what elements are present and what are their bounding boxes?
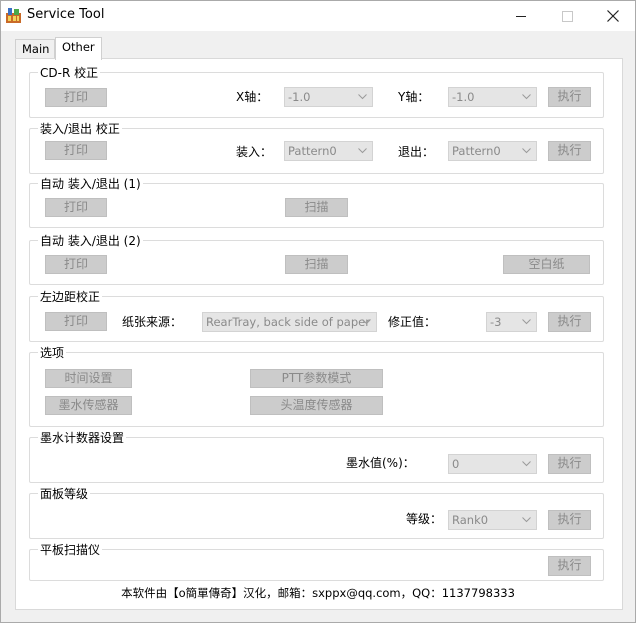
ink-value: 0 [452,457,460,471]
chevron-down-icon [357,148,367,154]
chevron-down-icon [521,148,531,154]
chevron-down-icon [357,94,367,100]
auto-load-eject-1-group: 自动 装入/退出 (1) 打印 扫描 [29,175,604,228]
load-value: Pattern0 [288,144,337,158]
ink-counter-group-title: 墨水计数器设置 [38,429,127,446]
minimize-icon [515,15,526,17]
window-title: Service Tool [27,7,105,22]
cdr-print-button[interactable]: 打印 [45,88,107,107]
tab-main[interactable]: Main [15,39,55,59]
chevron-down-icon [521,517,531,523]
cdr-calibration-group: CD-R 校正 打印 X轴： -1.0 Y轴： -1.0 执行 [29,64,604,118]
panel-rank-execute-button[interactable]: 执行 [548,510,591,530]
head-temp-sensor-button[interactable]: 头温度传感器 [250,396,383,415]
eject-value: Pattern0 [452,144,501,158]
eject-label: 退出： [398,145,435,159]
close-icon [607,10,619,22]
cdr-x-select[interactable]: -1.0 [284,87,373,107]
close-button[interactable] [590,1,636,31]
time-settings-button[interactable]: 时间设置 [45,369,132,388]
ink-value-label: 墨水值(%)： [346,456,415,470]
panel-rank-group: 面板等级 等级： Rank0 执行 [29,485,604,539]
maximize-button[interactable] [544,1,590,31]
auto2-group-title: 自动 装入/退出 (2) [38,232,143,249]
load-eject-execute-button[interactable]: 执行 [548,141,591,161]
ptt-param-mode-button[interactable]: PTT参数模式 [250,369,383,388]
service-tool-window: Service Tool Main Other CD-R 校正 打印 X轴： -… [0,0,636,623]
rank-label: 等级： [406,512,443,526]
load-label: 装入： [236,145,273,159]
auto2-scan-button[interactable]: 扫描 [285,255,348,274]
load-eject-print-button[interactable]: 打印 [45,141,107,160]
chevron-down-icon [361,319,371,325]
auto2-print-button[interactable]: 打印 [45,255,107,274]
rank-value: Rank0 [452,513,489,527]
auto2-blank-paper-button[interactable]: 空白纸 [503,255,590,274]
paper-source-label: 纸张来源： [122,315,183,329]
ink-value-select[interactable]: 0 [448,454,537,474]
chevron-down-icon [521,461,531,467]
options-group: 选项 时间设置 PTT参数模式 墨水传感器 头温度传感器 [29,344,604,427]
load-select[interactable]: Pattern0 [284,141,373,161]
correction-label: 修正值： [388,315,437,329]
auto1-print-button[interactable]: 打印 [45,198,107,217]
panel-rank-group-title: 面板等级 [38,485,91,502]
maximize-icon [561,10,573,22]
ink-sensor-button[interactable]: 墨水传感器 [45,396,132,415]
ink-counter-group: 墨水计数器设置 墨水值(%)： 0 执行 [29,429,604,483]
tab-other[interactable]: Other [55,37,102,60]
auto1-scan-button[interactable]: 扫描 [285,198,348,217]
auto1-group-title: 自动 装入/退出 (1) [38,175,143,192]
flatbed-group-title: 平板扫描仪 [38,541,103,558]
left-margin-execute-button[interactable]: 执行 [548,312,591,332]
flatbed-execute-button[interactable]: 执行 [548,556,591,576]
load-eject-calibration-group: 装入/退出 校正 打印 装入： Pattern0 退出： Pattern0 执行 [29,120,604,174]
title-bar[interactable]: Service Tool [1,1,635,31]
cdr-execute-button[interactable]: 执行 [548,87,591,107]
app-icon [6,8,21,23]
cdr-x-value: -1.0 [288,90,311,104]
chevron-down-icon [521,94,531,100]
left-margin-print-button[interactable]: 打印 [45,312,107,331]
cdr-y-label: Y轴： [398,90,430,104]
options-group-title: 选项 [38,344,67,361]
correction-value: -3 [490,315,502,329]
tab-panel-other: CD-R 校正 打印 X轴： -1.0 Y轴： -1.0 执行 装入/退出 校正… [15,58,623,610]
rank-select[interactable]: Rank0 [448,510,537,530]
cdr-x-label: X轴： [236,90,269,104]
chevron-down-icon [521,319,531,325]
cdr-y-value: -1.0 [452,90,475,104]
flatbed-scanner-group: 平板扫描仪 执行 [29,541,604,581]
minimize-button[interactable] [498,1,544,31]
paper-source-select[interactable]: RearTray, back side of paper [202,312,377,332]
left-margin-group: 左边距校正 打印 纸张来源： RearTray, back side of pa… [29,288,604,342]
load-eject-group-title: 装入/退出 校正 [38,120,122,137]
cdr-group-title: CD-R 校正 [38,64,101,81]
left-margin-group-title: 左边距校正 [38,288,103,305]
cdr-y-select[interactable]: -1.0 [448,87,537,107]
ink-counter-execute-button[interactable]: 执行 [548,454,591,474]
footer-credit: 本软件由【o簡單傳奇】汉化，邮箱：sxppx@qq.com，QQ：1137798… [121,586,515,600]
eject-select[interactable]: Pattern0 [448,141,537,161]
paper-source-value: RearTray, back side of paper [206,315,370,329]
correction-select[interactable]: -3 [486,312,537,332]
auto-load-eject-2-group: 自动 装入/退出 (2) 打印 扫描 空白纸 [29,232,604,285]
